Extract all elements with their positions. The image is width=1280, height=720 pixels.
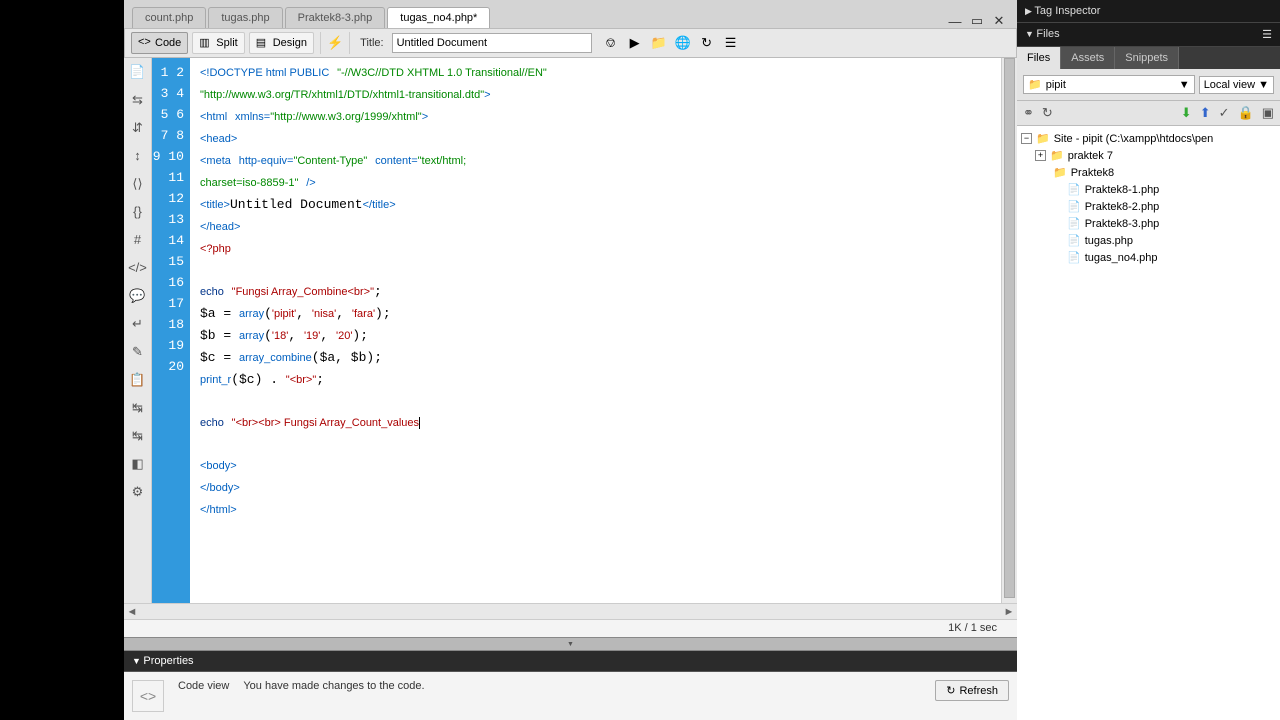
panel-drag-handle[interactable]: [124, 637, 1017, 651]
files-tab-assets[interactable]: Assets: [1061, 47, 1115, 69]
select-parent-icon[interactable]: ↕: [128, 148, 148, 168]
php-file-icon: 📄: [1067, 251, 1081, 264]
view-label: Code view: [178, 680, 229, 692]
site-folder-icon: 📁: [1036, 132, 1050, 145]
recent-icon[interactable]: ↹: [128, 428, 148, 448]
title-label: Title:: [360, 37, 383, 49]
line-gutter: 1 2 3 4 5 6 7 8 9 10 11 12 13 14 15 16 1…: [152, 58, 190, 603]
check-icon[interactable]: ⎊: [602, 34, 620, 52]
properties-panel: <> Code view You have made changes to th…: [124, 672, 1017, 720]
folder-icon: 📁: [1053, 166, 1067, 179]
properties-header[interactable]: Properties: [124, 651, 1017, 672]
wrap-icon[interactable]: ↵: [128, 316, 148, 336]
file-mgmt-icon[interactable]: 📁: [650, 34, 668, 52]
files-icon-toolbar: ⚭ ↻ ⬇ ⬆ ✓ 🔒 ▣: [1017, 101, 1280, 126]
view-select[interactable]: Local view ▼: [1199, 76, 1274, 94]
preview-icon[interactable]: 🌐: [674, 34, 692, 52]
tab-praktek8-3[interactable]: Praktek8-3.php: [285, 7, 386, 28]
indent-icon[interactable]: ✎: [128, 344, 148, 364]
live-view-icon[interactable]: ⚡: [327, 35, 343, 51]
status-bar: 1K / 1 sec: [124, 619, 1017, 637]
validate-icon[interactable]: ▶: [626, 34, 644, 52]
folder-icon: 📁: [1028, 78, 1042, 91]
window-controls: — ▭ ✕: [947, 14, 1017, 28]
close-icon[interactable]: ✕: [991, 14, 1007, 28]
outdent-icon[interactable]: 📋: [128, 372, 148, 392]
php-file-icon: 📄: [1067, 183, 1081, 196]
tab-tugas-no4[interactable]: tugas_no4.php*: [387, 7, 490, 28]
tree-file[interactable]: 📄tugas_no4.php: [1021, 249, 1276, 266]
vertical-scrollbar[interactable]: [1001, 58, 1017, 603]
php-file-icon: 📄: [1067, 217, 1081, 230]
php-file-icon: 📄: [1067, 200, 1081, 213]
tree-root[interactable]: −📁Site - pipit (C:\xampp\htdocs\pen: [1021, 130, 1276, 147]
files-tabs: Files Assets Snippets: [1017, 47, 1280, 69]
tab-tugas[interactable]: tugas.php: [208, 7, 282, 28]
line-numbers-icon[interactable]: {}: [128, 204, 148, 224]
snippets-icon[interactable]: ◧: [128, 456, 148, 476]
highlight-icon[interactable]: #: [128, 232, 148, 252]
tree-folder-praktek7[interactable]: +📁praktek 7: [1021, 147, 1276, 164]
site-select[interactable]: 📁pipit▼: [1023, 75, 1195, 94]
format-icon[interactable]: ↹: [128, 400, 148, 420]
expand-panel-icon[interactable]: ▣: [1262, 105, 1274, 121]
refresh-icon: ↻: [946, 684, 955, 697]
expand-icon[interactable]: ⇵: [128, 120, 148, 140]
settings-icon[interactable]: ⚙: [128, 484, 148, 504]
changes-message: You have made changes to the code.: [243, 680, 424, 692]
tree-file[interactable]: 📄tugas.php: [1021, 232, 1276, 249]
balance-icon[interactable]: ⟨⟩: [128, 176, 148, 196]
refresh-icon[interactable]: ↻: [698, 34, 716, 52]
comment-icon[interactable]: 💬: [128, 288, 148, 308]
php-file-icon: 📄: [1067, 234, 1081, 247]
restore-icon[interactable]: ▭: [969, 14, 985, 28]
collapse-icon[interactable]: ⇆: [128, 92, 148, 112]
connect-icon[interactable]: ⚭: [1023, 105, 1034, 121]
tree-file[interactable]: 📄Praktek8-2.php: [1021, 198, 1276, 215]
tab-count[interactable]: count.php: [132, 7, 206, 28]
folder-icon: 📁: [1050, 149, 1064, 162]
checkin-icon[interactable]: 🔒: [1238, 105, 1254, 121]
checkout-icon[interactable]: ✓: [1219, 105, 1230, 121]
tag-inspector-header[interactable]: Tag Inspector: [1017, 0, 1280, 23]
put-icon[interactable]: ⬆: [1200, 105, 1211, 121]
document-tabs: count.php tugas.php Praktek8-3.php tugas…: [124, 0, 1017, 28]
split-view-button[interactable]: ▥Split: [192, 32, 244, 54]
tree-file[interactable]: 📄Praktek8-1.php: [1021, 181, 1276, 198]
tree-file[interactable]: 📄Praktek8-3.php: [1021, 215, 1276, 232]
options-icon[interactable]: ☰: [722, 34, 740, 52]
tree-folder-praktek8[interactable]: 📁Praktek8: [1021, 164, 1276, 181]
title-input[interactable]: [392, 33, 592, 53]
files-tab-files[interactable]: Files: [1017, 47, 1061, 69]
get-icon[interactable]: ⬇: [1181, 105, 1192, 121]
refresh-button[interactable]: ↻Refresh: [935, 680, 1009, 701]
files-tab-snippets[interactable]: Snippets: [1115, 47, 1179, 69]
file-tree: −📁Site - pipit (C:\xampp\htdocs\pen +📁pr…: [1017, 126, 1280, 720]
document-toolbar: <>Code ▥Split ▤Design ⚡ Title: ⎊ ▶ 📁 🌐 ↻…: [124, 28, 1017, 58]
code-toolbar: 📄 ⇆ ⇵ ↕ ⟨⟩ {} # </> 💬 ↵ ✎ 📋 ↹ ↹ ◧ ⚙: [124, 58, 152, 603]
design-view-button[interactable]: ▤Design: [249, 32, 314, 54]
panel-menu-icon[interactable]: ☰: [1262, 28, 1272, 41]
minimize-icon[interactable]: —: [947, 14, 963, 28]
code-view-icon: <>: [132, 680, 164, 712]
horizontal-scrollbar[interactable]: ◄►: [124, 603, 1017, 619]
syntax-icon[interactable]: </>: [128, 260, 148, 280]
open-docs-icon[interactable]: 📄: [128, 64, 148, 84]
code-view-button[interactable]: <>Code: [131, 32, 188, 54]
code-editor[interactable]: <!DOCTYPE html PUBLIC "-//W3C//DTD XHTML…: [190, 58, 1001, 603]
files-header[interactable]: Files☰: [1017, 23, 1280, 47]
refresh-files-icon[interactable]: ↻: [1042, 105, 1053, 121]
